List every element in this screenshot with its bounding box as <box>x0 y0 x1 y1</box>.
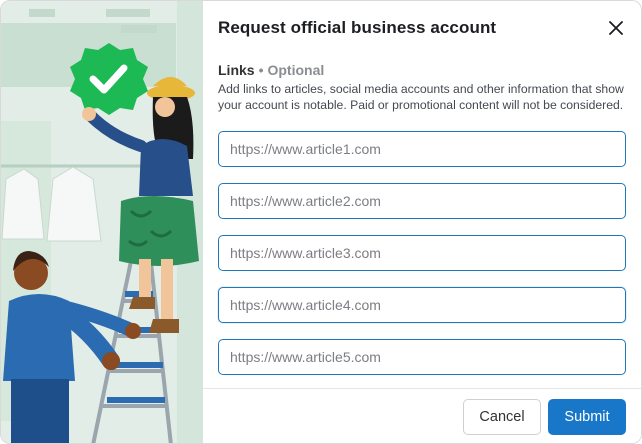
verification-illustration <box>1 1 203 443</box>
link-input-3[interactable] <box>218 235 626 271</box>
cancel-button[interactable]: Cancel <box>463 399 541 435</box>
dialog-body[interactable]: Links • Optional Add links to articles, so… <box>203 53 641 388</box>
dialog-frame: Request official business account Links •… <box>0 0 642 444</box>
request-account-dialog: Request official business account Links •… <box>203 1 641 443</box>
link-input-2[interactable] <box>218 183 626 219</box>
link-input-5[interactable] <box>218 339 626 375</box>
dialog-footer: Cancel Submit <box>203 388 641 443</box>
optional-label: Optional <box>267 62 325 78</box>
close-button[interactable] <box>605 17 627 39</box>
links-label: Links <box>218 62 255 78</box>
separator-dot: • <box>258 62 264 78</box>
illustration-panel <box>1 1 203 443</box>
link-input-1[interactable] <box>218 131 626 167</box>
dialog-title: Request official business account <box>218 18 497 37</box>
submit-button[interactable]: Submit <box>548 399 626 435</box>
link-input-4[interactable] <box>218 287 626 323</box>
links-section-heading: Links • Optional <box>218 62 324 78</box>
close-icon <box>609 21 623 35</box>
links-description: Add links to articles, social media acco… <box>218 82 624 112</box>
